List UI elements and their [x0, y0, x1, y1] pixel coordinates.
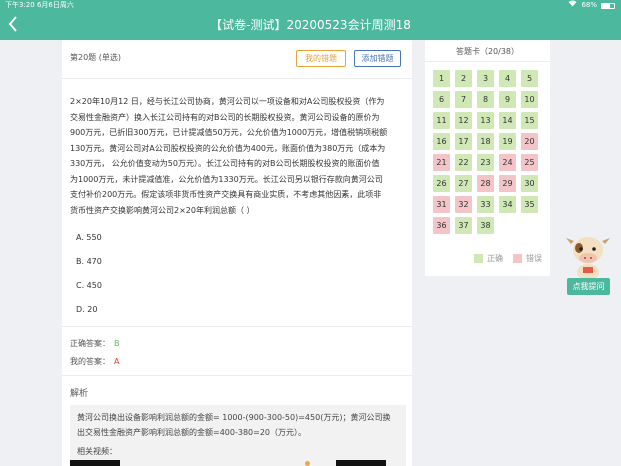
- question-line: 130万元。黄河公司对A公司股权投资的公允价值为400元，账面价值为380万元（…: [70, 143, 386, 153]
- video-player[interactable]: [70, 460, 386, 466]
- option-a[interactable]: A. 550: [76, 233, 102, 242]
- question-text: 2×20年10月12 日，经与长江公司协商，黄河公司以一项设备和对A公司股权投资…: [70, 94, 406, 218]
- video-loading-icon: [305, 461, 310, 466]
- answer-card-cell[interactable]: 17: [455, 133, 472, 150]
- answer-card-cell[interactable]: 13: [477, 112, 494, 129]
- answer-card-cell[interactable]: 33: [477, 196, 494, 213]
- nav-bar: 【试卷-测试】20200523会计周测18: [0, 11, 621, 40]
- legend-correct-swatch: [474, 254, 483, 263]
- battery-percent: 68%: [581, 1, 597, 9]
- answer-card-cell[interactable]: 5: [521, 70, 538, 87]
- page-title: 【试卷-测试】20200523会计周测18: [210, 18, 411, 32]
- answer-card-cell[interactable]: 22: [455, 154, 472, 171]
- divider: [62, 326, 412, 327]
- my-answer-row: 我的答案： A: [70, 356, 119, 367]
- answer-card-cell[interactable]: 15: [521, 112, 538, 129]
- answer-card-cell[interactable]: 16: [433, 133, 450, 150]
- status-time: 下午3:20: [5, 1, 35, 9]
- my-answer-value: A: [114, 357, 120, 366]
- ask-question-button[interactable]: 点我提问: [567, 278, 610, 295]
- video-gap: [120, 460, 336, 466]
- answer-card-cell[interactable]: 30: [521, 175, 538, 192]
- legend-wrong-swatch: [513, 254, 522, 263]
- analysis-line: 黄河公司换出设备影响利润总额的金额= 1000-(900-300-50)=450…: [77, 413, 391, 422]
- answer-card-title: 答题卡（20/38）: [455, 47, 520, 56]
- answer-card-cell[interactable]: 28: [477, 175, 494, 192]
- answer-card-cell[interactable]: 14: [499, 112, 516, 129]
- analysis-title: 解析: [70, 389, 89, 399]
- correct-answer-label: 正确答案：: [70, 339, 110, 348]
- question-line: 货币性资产交换影响黄河公司2×20年利润总额（ ）: [70, 205, 255, 215]
- option-d[interactable]: D. 20: [76, 305, 97, 314]
- cow-mascot-icon[interactable]: [565, 230, 611, 280]
- answer-card-cell[interactable]: 10: [521, 91, 538, 108]
- analysis-box: 黄河公司换出设备影响利润总额的金额= 1000-(900-300-50)=450…: [70, 405, 406, 466]
- answer-card-grid: 1 2 3 4 5 6 7 8 9 10 11 12 13 14 15 16 17 18 19 20 21 22 23 24 2…: [433, 70, 543, 234]
- answer-card-cell[interactable]: 26: [433, 175, 450, 192]
- legend-wrong-label: 错误: [526, 254, 542, 263]
- answer-card-cell[interactable]: 38: [477, 217, 494, 234]
- answer-card-cell[interactable]: 4: [499, 70, 516, 87]
- answer-card-cell[interactable]: 9: [499, 91, 516, 108]
- answer-card-cell[interactable]: 32: [455, 196, 472, 213]
- answer-card-cell[interactable]: 34: [499, 196, 516, 213]
- question-line: 支付补价200万元。假定该项非货币性资产交换具有商业实质，不考虑其他因素，此项非: [70, 190, 382, 199]
- legend-correct-label: 正确: [487, 254, 503, 263]
- question-header: 第20题 (单选): [70, 53, 121, 62]
- answer-card-cell[interactable]: 8: [477, 91, 494, 108]
- status-date: 6月6日周六: [36, 1, 74, 9]
- wifi-icon: [568, 0, 577, 11]
- answer-card-cell[interactable]: 29: [499, 175, 516, 192]
- answer-card-cell[interactable]: 24: [499, 154, 516, 171]
- correct-answer-value: B: [114, 339, 120, 348]
- answer-card-cell[interactable]: 12: [455, 112, 472, 129]
- answer-card-cell[interactable]: 20: [521, 133, 538, 150]
- answer-card-cell[interactable]: 35: [521, 196, 538, 213]
- answer-card-cell[interactable]: 23: [477, 154, 494, 171]
- question-panel: 第20题 (单选) 我的错题 添加错题 2×20年10月12 日，经与长江公司协…: [62, 40, 412, 466]
- question-line: 交易性金融资产）换入长江公司持有的对B公司的长期股权投资。黄河公司设备的原价为: [70, 112, 380, 122]
- answer-card: 答题卡（20/38） 1 2 3 4 5 6 7 8 9 10 11 12 13 14 15 16 17 18 19…: [425, 40, 550, 276]
- answer-card-cell[interactable]: 11: [433, 112, 450, 129]
- my-mistakes-button[interactable]: 我的错题: [296, 50, 346, 67]
- answer-card-cell[interactable]: 18: [477, 133, 494, 150]
- answer-card-cell[interactable]: 25: [521, 154, 538, 171]
- question-line: 为1000万元，未计提减值准，公允价值为1330万元。长江公司另以银行存款向黄河…: [70, 174, 383, 184]
- question-line: 900万元，已折旧300万元，已计提减值50万元，公允价值为1000万元，增值税…: [70, 128, 388, 137]
- answer-card-cell[interactable]: 21: [433, 154, 450, 171]
- status-bar: 下午3:20 6月6日周六 68%: [0, 0, 621, 11]
- battery-icon: [601, 2, 615, 9]
- question-line: 330万元， 公允价值变动为50万元）。长江公司持有的对B公司长期股权投资的账面…: [70, 159, 380, 168]
- status-time-date: 下午3:20 6月6日周六: [5, 0, 74, 11]
- divider: [62, 78, 412, 79]
- answer-card-legend: 正确 错误: [474, 253, 542, 264]
- option-b[interactable]: B. 470: [76, 257, 102, 266]
- answer-card-cell[interactable]: 1: [433, 70, 450, 87]
- add-mistake-button[interactable]: 添加错题: [354, 50, 401, 67]
- video-label: 相关视频：: [77, 447, 117, 456]
- answer-card-cell[interactable]: 27: [455, 175, 472, 192]
- answer-card-cell[interactable]: 31: [433, 196, 450, 213]
- analysis-line: 出交易性金融资产影响利润总额的金额=400-380=20（万元）。: [77, 428, 307, 437]
- status-right: 68%: [568, 0, 615, 11]
- divider: [62, 375, 412, 376]
- divider: [425, 61, 550, 62]
- answer-card-cell[interactable]: 7: [455, 91, 472, 108]
- answer-card-cell[interactable]: 19: [499, 133, 516, 150]
- my-answer-label: 我的答案：: [70, 357, 110, 366]
- correct-answer-row: 正确答案： B: [70, 338, 120, 349]
- question-line: 2×20年10月12 日，经与长江公司协商，黄河公司以一项设备和对A公司股权投资…: [70, 97, 385, 106]
- answer-card-cell[interactable]: 3: [477, 70, 494, 87]
- answer-card-cell[interactable]: 36: [433, 217, 450, 234]
- answer-card-cell[interactable]: 37: [455, 217, 472, 234]
- option-c[interactable]: C. 450: [76, 281, 102, 290]
- answer-card-cell[interactable]: 6: [433, 91, 450, 108]
- answer-card-cell[interactable]: 2: [455, 70, 472, 87]
